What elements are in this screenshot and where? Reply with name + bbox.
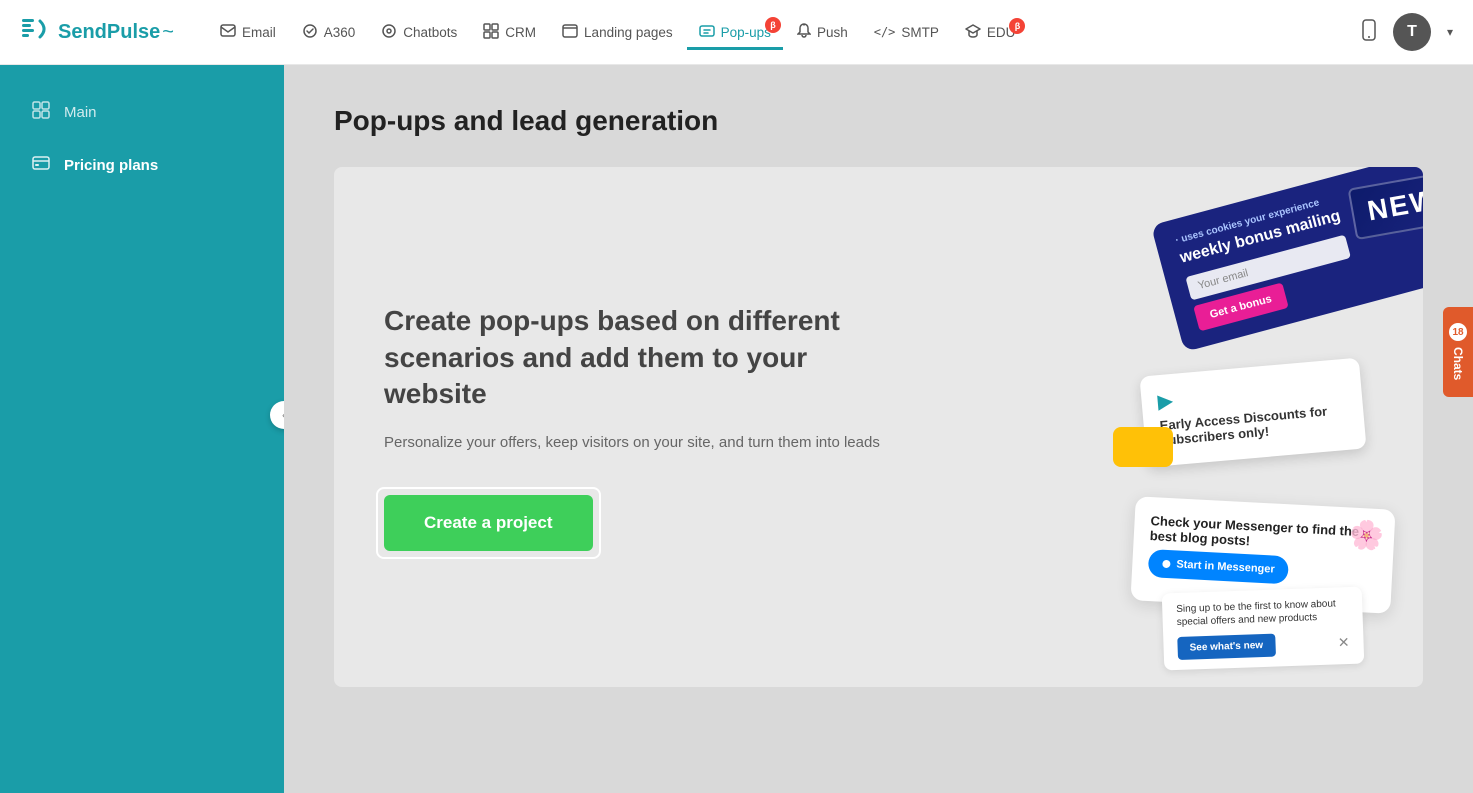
nav-popups-label: Pop-ups: [721, 25, 771, 40]
nav-items-list: Email A360 Chatbots CRM: [208, 15, 1357, 50]
pricing-icon: [32, 156, 50, 175]
messenger-btn-label: Start in Messenger: [1176, 558, 1275, 575]
mock-subscribe-card: Sing up to be the first to know about sp…: [1162, 587, 1365, 671]
brand-name: SendPulse: [58, 21, 160, 44]
landing-icon: [562, 24, 578, 41]
brand-logo[interactable]: SendPulse ~: [20, 13, 174, 51]
sidebar-main-label: Main: [64, 104, 97, 121]
promo-illustration: · uses cookies your experience weekly bo…: [973, 167, 1423, 687]
nav-item-crm[interactable]: CRM: [471, 15, 548, 50]
nav-item-email[interactable]: Email: [208, 16, 288, 48]
chats-button[interactable]: 18 Chats: [1443, 307, 1473, 396]
top-navigation: SendPulse ~ Email A360 Chatbots: [0, 0, 1473, 65]
mock-flower-decoration: 🌸: [1348, 518, 1385, 553]
main-layout: Main Pricing plans ‹ Pop-ups and lead ge…: [0, 65, 1473, 793]
sidebar: Main Pricing plans ‹: [0, 65, 284, 793]
nav-chatbots-label: Chatbots: [403, 25, 457, 40]
mobile-icon[interactable]: [1361, 19, 1377, 46]
page-title: Pop-ups and lead generation: [334, 105, 1423, 137]
main-content: Pop-ups and lead generation Create pop-u…: [284, 65, 1473, 793]
sidebar-item-pricing[interactable]: Pricing plans: [8, 142, 276, 189]
a360-icon: [302, 23, 318, 42]
promo-content: Create pop-ups based on different scenar…: [384, 303, 904, 551]
brand-wave: ~: [162, 21, 174, 44]
promo-description: Personalize your offers, keep visitors o…: [384, 432, 904, 455]
avatar-dropdown-icon[interactable]: ▾: [1447, 25, 1453, 39]
edu-beta-badge: β: [1009, 18, 1025, 34]
mock-mailing-card: · uses cookies your experience weekly bo…: [1151, 167, 1423, 352]
nav-item-push[interactable]: Push: [785, 15, 860, 50]
nav-item-landing[interactable]: Landing pages: [550, 16, 685, 49]
promo-title: Create pop-ups based on different scenar…: [384, 303, 904, 412]
nav-item-popups[interactable]: Pop-ups β: [687, 15, 783, 50]
crm-icon: [483, 23, 499, 42]
chatbots-icon: [381, 23, 397, 42]
nav-a360-label: A360: [324, 25, 356, 40]
popups-icon: [699, 23, 715, 42]
popups-beta-badge: β: [765, 17, 781, 33]
mock-new-badge: NEW: [1347, 171, 1423, 240]
email-icon: [220, 24, 236, 40]
promo-card: Create pop-ups based on different scenar…: [334, 167, 1423, 687]
nav-smtp-label: SMTP: [901, 25, 939, 40]
chats-label: Chats: [1451, 347, 1465, 380]
avatar[interactable]: T: [1393, 13, 1431, 51]
logo-icon: [20, 13, 58, 51]
nav-push-label: Push: [817, 25, 848, 40]
nav-item-a360[interactable]: A360: [290, 15, 368, 50]
nav-right: T ▾: [1361, 13, 1453, 51]
push-icon: [797, 23, 811, 42]
main-icon: [32, 101, 50, 124]
mock-early-access-card: ▶ Early Access Discounts for subscribers…: [1139, 358, 1366, 468]
sidebar-pricing-label: Pricing plans: [64, 157, 158, 174]
mock-start-messenger-btn: Start in Messenger: [1148, 549, 1290, 584]
mock-yellow-card: [1113, 427, 1173, 467]
mock-subscribe-text: Sing up to be the first to know about sp…: [1176, 597, 1349, 629]
nav-item-edu[interactable]: EDU β: [953, 16, 1028, 49]
mock-close-icon: ✕: [1338, 634, 1350, 651]
nav-item-chatbots[interactable]: Chatbots: [369, 15, 469, 50]
nav-email-label: Email: [242, 25, 276, 40]
smtp-icon: </>: [874, 25, 896, 39]
edu-icon: [965, 24, 981, 41]
mock-see-whats-new-btn: See what's new: [1177, 634, 1275, 660]
sidebar-item-main[interactable]: Main: [8, 87, 276, 138]
create-project-button[interactable]: Create a project: [384, 495, 593, 551]
messenger-dot: [1162, 560, 1170, 568]
mock-messenger-header: Check your Messenger to find the best bl…: [1149, 513, 1378, 555]
chats-count: 18: [1449, 323, 1467, 341]
nav-crm-label: CRM: [505, 25, 536, 40]
nav-landing-label: Landing pages: [584, 25, 673, 40]
nav-item-smtp[interactable]: </> SMTP: [862, 17, 951, 48]
